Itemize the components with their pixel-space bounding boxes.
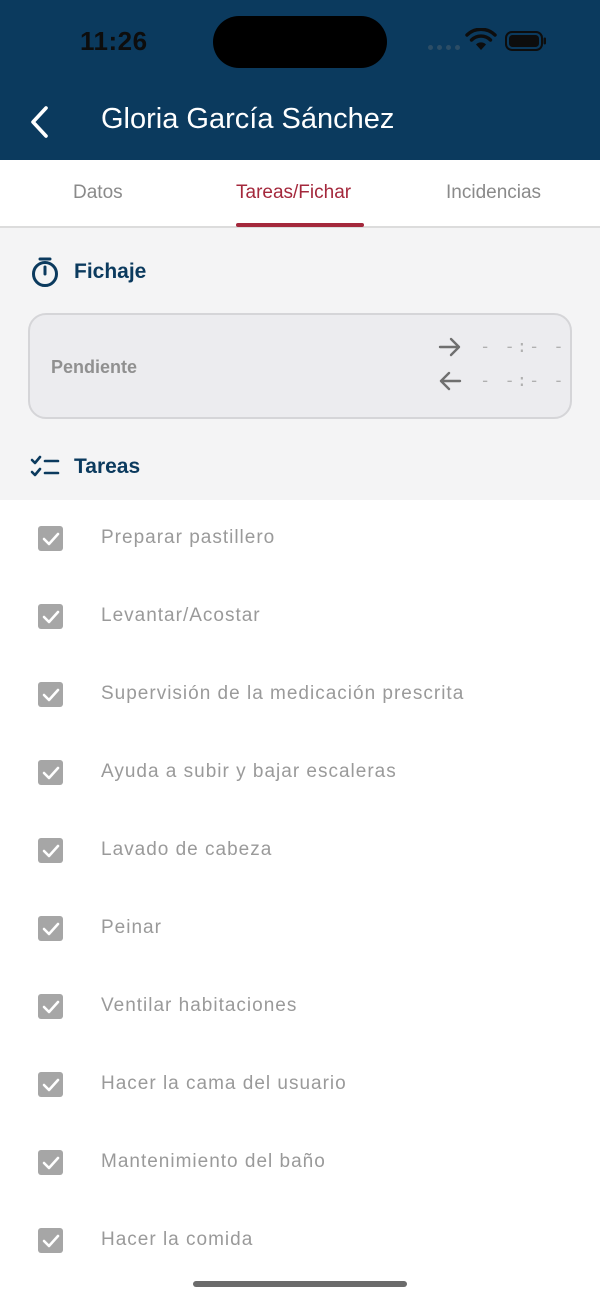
task-item[interactable]: Levantar/Acostar [0, 578, 600, 656]
checkbox-checked-icon[interactable] [38, 916, 63, 941]
checkbox-checked-icon[interactable] [38, 1072, 63, 1097]
active-tab-indicator [236, 223, 364, 227]
app-header: 11:26 Gloria García Sánchez [0, 0, 600, 160]
page-title: Gloria García Sánchez [101, 103, 395, 135]
checkbox-checked-icon[interactable] [38, 1228, 63, 1253]
task-label: Peinar [101, 917, 162, 938]
tab-tareas-fichar[interactable]: Tareas/Fichar [236, 182, 351, 204]
task-label: Levantar/Acostar [101, 605, 261, 626]
task-item[interactable]: Supervisión de la medicación prescrita [0, 656, 600, 734]
battery-icon [505, 31, 546, 51]
tab-bar: Datos Tareas/Fichar Incidencias [0, 160, 600, 228]
entrada-time: - -:- - [480, 337, 566, 357]
task-item[interactable]: Ayuda a subir y bajar escaleras [0, 734, 600, 812]
task-label: Hacer la cama del usuario [101, 1073, 347, 1094]
checkbox-checked-icon[interactable] [38, 1150, 63, 1175]
salida-time: - -:- - [480, 371, 566, 391]
back-arrow-icon[interactable] [26, 104, 54, 140]
tab-incidencias[interactable]: Incidencias [446, 182, 541, 204]
task-item[interactable]: Ventilar habitaciones [0, 968, 600, 1046]
dynamic-island [213, 16, 387, 68]
tareas-header: Tareas [30, 454, 140, 480]
task-item[interactable]: Hacer la comida [0, 1202, 600, 1280]
checkbox-checked-icon[interactable] [38, 994, 63, 1019]
task-item[interactable]: Peinar [0, 890, 600, 968]
status-time: 11:26 [80, 26, 148, 56]
arrow-right-icon [438, 337, 461, 357]
task-label: Ventilar habitaciones [101, 995, 298, 1016]
fichaje-card[interactable]: Pendiente - -:- - - -:- - [28, 313, 572, 419]
signal-icon [428, 45, 460, 50]
task-label: Mantenimiento del baño [101, 1151, 326, 1172]
task-label: Preparar pastillero [101, 527, 276, 548]
entrada-row: - -:- - [438, 337, 566, 357]
task-item[interactable]: Hacer la cama del usuario [0, 1046, 600, 1124]
checkbox-checked-icon[interactable] [38, 838, 63, 863]
checklist-icon [30, 455, 60, 477]
task-item[interactable]: Mantenimiento del baño [0, 1124, 600, 1202]
fichaje-header: Fichaje [30, 256, 146, 288]
home-indicator[interactable] [193, 1281, 407, 1287]
task-item[interactable]: Preparar pastillero [0, 500, 600, 578]
task-label: Ayuda a subir y bajar escaleras [101, 761, 397, 782]
wifi-icon [465, 28, 497, 50]
fichaje-heading: Fichaje [74, 260, 147, 283]
tab-datos[interactable]: Datos [73, 182, 123, 204]
checkbox-checked-icon[interactable] [38, 760, 63, 785]
tareas-heading: Tareas [74, 455, 141, 478]
fichaje-section: Fichaje Pendiente - -:- - - -:- - Tareas [0, 228, 600, 500]
checkbox-checked-icon[interactable] [38, 604, 63, 629]
task-label: Supervisión de la medicación prescrita [101, 683, 465, 704]
checkbox-checked-icon[interactable] [38, 526, 63, 551]
task-label: Lavado de cabeza [101, 839, 273, 860]
stopwatch-icon [32, 257, 58, 287]
task-label: Hacer la comida [101, 1229, 254, 1250]
fichaje-status: Pendiente [51, 357, 138, 377]
checkbox-checked-icon[interactable] [38, 682, 63, 707]
task-list: Preparar pastillero Levantar/Acostar Sup… [0, 500, 600, 1280]
arrow-left-icon [439, 371, 462, 391]
salida-row: - -:- - [438, 371, 566, 391]
task-item[interactable]: Lavado de cabeza [0, 812, 600, 890]
